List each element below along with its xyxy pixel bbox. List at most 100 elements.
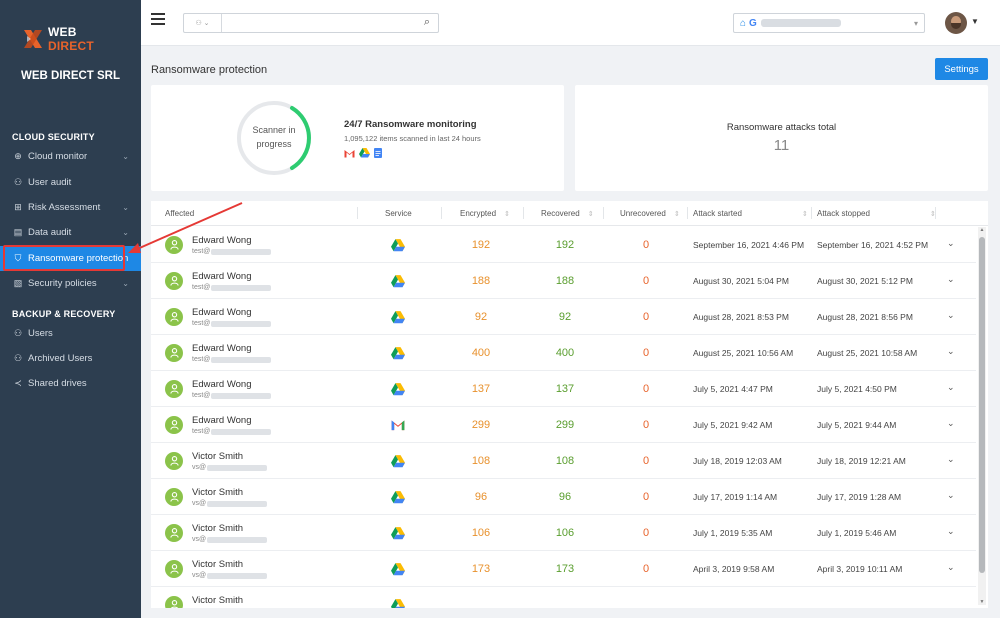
sidebar-item-label: Users [28, 328, 53, 339]
expand-chevron-icon[interactable]: ⌄ [947, 238, 955, 249]
unrecovered-count: 0 [642, 491, 650, 503]
chevron-down-icon: ▾ [913, 18, 918, 28]
sidebar-item-cloud-monitor[interactable]: ⊕ Cloud monitor ⌄ [0, 144, 141, 169]
expand-chevron-icon[interactable]: ⌄ [947, 490, 955, 501]
table-row[interactable]: Victor Smith [151, 587, 976, 608]
sort-icon: ⇕ [587, 211, 594, 218]
table-row[interactable]: Edward Wong test@ 92 92 0 August 28, 2021 8:5… [151, 299, 976, 335]
recovered-count: 92 [558, 311, 572, 323]
recovered-count: 137 [555, 383, 575, 395]
attack-stopped: July 1, 2019 5:46 AM [817, 528, 897, 538]
domain-select[interactable]: ⌂ G ▾ [733, 13, 925, 33]
recovered-count: 400 [555, 347, 575, 359]
affected-user-email: vs@ [192, 536, 268, 543]
sidebar-item-archived-users[interactable]: ⚇ Archived Users [0, 346, 141, 371]
col-encrypted[interactable]: Encrypted ⇕ [460, 209, 510, 218]
table-row[interactable]: Victor Smith vs@ 96 96 0 July 17, 2019 1:14 A… [151, 479, 976, 515]
table-row[interactable]: Edward Wong test@ 137 137 0 July 5, 2021 4:47… [151, 371, 976, 407]
table-row[interactable]: Victor Smith vs@ 173 173 0 April 3, 2019 9:58… [151, 551, 976, 587]
table-row[interactable]: Edward Wong test@ 299 299 0 July 5, 2021 9:42… [151, 407, 976, 443]
user-avatar[interactable] [945, 12, 967, 34]
affected-user-name: Edward Wong [192, 307, 252, 318]
affected-user-name: Victor Smith [192, 523, 244, 534]
col-service[interactable]: Service [385, 209, 412, 218]
col-attack-started[interactable]: Attack started ⇕ [693, 209, 808, 218]
user-avatar-icon [165, 236, 183, 254]
expand-chevron-icon[interactable]: ⌄ [947, 274, 955, 285]
sidebar-item-users[interactable]: ⚇ Users [0, 321, 141, 346]
brand-logo[interactable]: WEB DIRECT [22, 25, 122, 53]
expand-chevron-icon[interactable]: ⌄ [947, 310, 955, 321]
table-row[interactable]: Edward Wong test@ 400 400 0 August 25, 2021 1… [151, 335, 976, 371]
monitoring-card: Scanner in progress 24/7 Ransomware moni… [151, 85, 564, 191]
search-input[interactable] [228, 15, 408, 31]
unrecovered-count: 0 [642, 455, 650, 467]
scroll-down-icon: ▼ [979, 599, 985, 605]
col-attack-stopped[interactable]: Attack stopped ⇕ [817, 209, 936, 218]
sidebar-item-shared-drives[interactable]: ≺ Shared drives [0, 371, 141, 396]
unrecovered-count: 0 [642, 527, 650, 539]
scroll-thumb[interactable] [979, 237, 985, 573]
col-affected[interactable]: Affected [165, 209, 194, 218]
user-avatar-icon [165, 560, 183, 578]
sidebar-item-user-audit[interactable]: ⚇ User audit [0, 170, 141, 195]
unrecovered-count: 0 [642, 383, 650, 395]
expand-chevron-icon[interactable]: ⌄ [947, 562, 955, 573]
sidebar-item-risk-assessment[interactable]: ⊞ Risk Assessment ⌄ [0, 195, 141, 220]
attack-stopped: July 5, 2021 9:44 AM [817, 420, 897, 430]
sidebar-item-label: Risk Assessment [28, 202, 101, 213]
search-scope-select[interactable]: ⚇ ⌄ [184, 14, 222, 32]
expand-chevron-icon[interactable]: ⌄ [947, 418, 955, 429]
sidebar-item-data-audit[interactable]: ▤ Data audit ⌄ [0, 220, 141, 245]
affected-user-email: test@ [192, 392, 272, 399]
encrypted-count: 137 [471, 383, 491, 395]
recovered-count: 299 [555, 419, 575, 431]
caret-down-icon[interactable]: ▼ [971, 17, 979, 26]
attack-stopped: April 3, 2019 10:11 AM [817, 564, 903, 574]
search-icon[interactable]: ⌕ [424, 16, 430, 29]
attack-stopped: August 30, 2021 5:12 PM [817, 276, 913, 286]
expand-chevron-icon[interactable]: ⌄ [947, 346, 955, 357]
drive-icon [391, 527, 405, 540]
scanner-status: Scanner in progress [252, 125, 296, 149]
user-avatar-icon [165, 272, 183, 290]
logo-text: WEB DIRECT [48, 25, 94, 53]
user-avatar-icon [165, 344, 183, 362]
table-row[interactable]: Victor Smith vs@ 108 108 0 July 18, 2019 12:0… [151, 443, 976, 479]
sidebar-item-security-policies[interactable]: ▧ Security policies ⌄ [0, 271, 141, 296]
table-row[interactable]: Victor Smith vs@ 106 106 0 July 1, 2019 5:35 … [151, 515, 976, 551]
attack-started: August 25, 2021 10:56 AM [693, 348, 794, 358]
user-icon: ⚇ [13, 177, 23, 187]
recovered-count: 96 [558, 491, 572, 503]
expand-chevron-icon[interactable]: ⌄ [947, 526, 955, 537]
drive-icon [391, 347, 405, 360]
expand-chevron-icon[interactable]: ⌄ [947, 454, 955, 465]
sidebar-item-label: Data audit [28, 227, 72, 238]
chevron-down-icon: ⌄ [122, 228, 129, 237]
table-row[interactable]: Edward Wong test@ 188 188 0 August 30, 2021 5… [151, 263, 976, 299]
settings-button[interactable]: Settings [935, 58, 988, 80]
table-scrollbar[interactable]: ▲ ▼ [978, 227, 986, 605]
sidebar-item-label: Security policies [28, 278, 97, 289]
expand-chevron-icon[interactable]: ⌄ [947, 382, 955, 393]
attacks-card: Ransomware attacks total 11 [575, 85, 988, 191]
affected-user-email: test@ [192, 320, 272, 327]
drive-icon [391, 455, 405, 468]
sidebar-item-label: Shared drives [28, 378, 87, 389]
attack-started: July 1, 2019 5:35 AM [693, 528, 773, 538]
policy-icon: ▧ [13, 278, 23, 288]
col-recovered[interactable]: Recovered ⇕ [541, 209, 594, 218]
recovered-count: 108 [555, 455, 575, 467]
attack-stopped: August 25, 2021 10:58 AM [817, 348, 918, 358]
affected-user-name: Edward Wong [192, 271, 252, 282]
affected-user-name: Edward Wong [192, 343, 252, 354]
recovered-count: 188 [555, 275, 575, 287]
ransomware-table: Affected Service Encrypted ⇕ Recovered ⇕ U… [151, 201, 988, 608]
col-unrecovered[interactable]: Unrecovered ⇕ [620, 209, 680, 218]
sort-icon: ⇕ [801, 211, 808, 218]
unrecovered-count: 0 [642, 347, 650, 359]
attack-started: September 16, 2021 4:46 PM [693, 240, 805, 250]
monitoring-title: 24/7 Ransomware monitoring [344, 119, 477, 130]
table-row[interactable]: Edward Wong test@ 192 192 0 September 16, 202… [151, 227, 976, 263]
menu-icon[interactable] [151, 13, 165, 25]
